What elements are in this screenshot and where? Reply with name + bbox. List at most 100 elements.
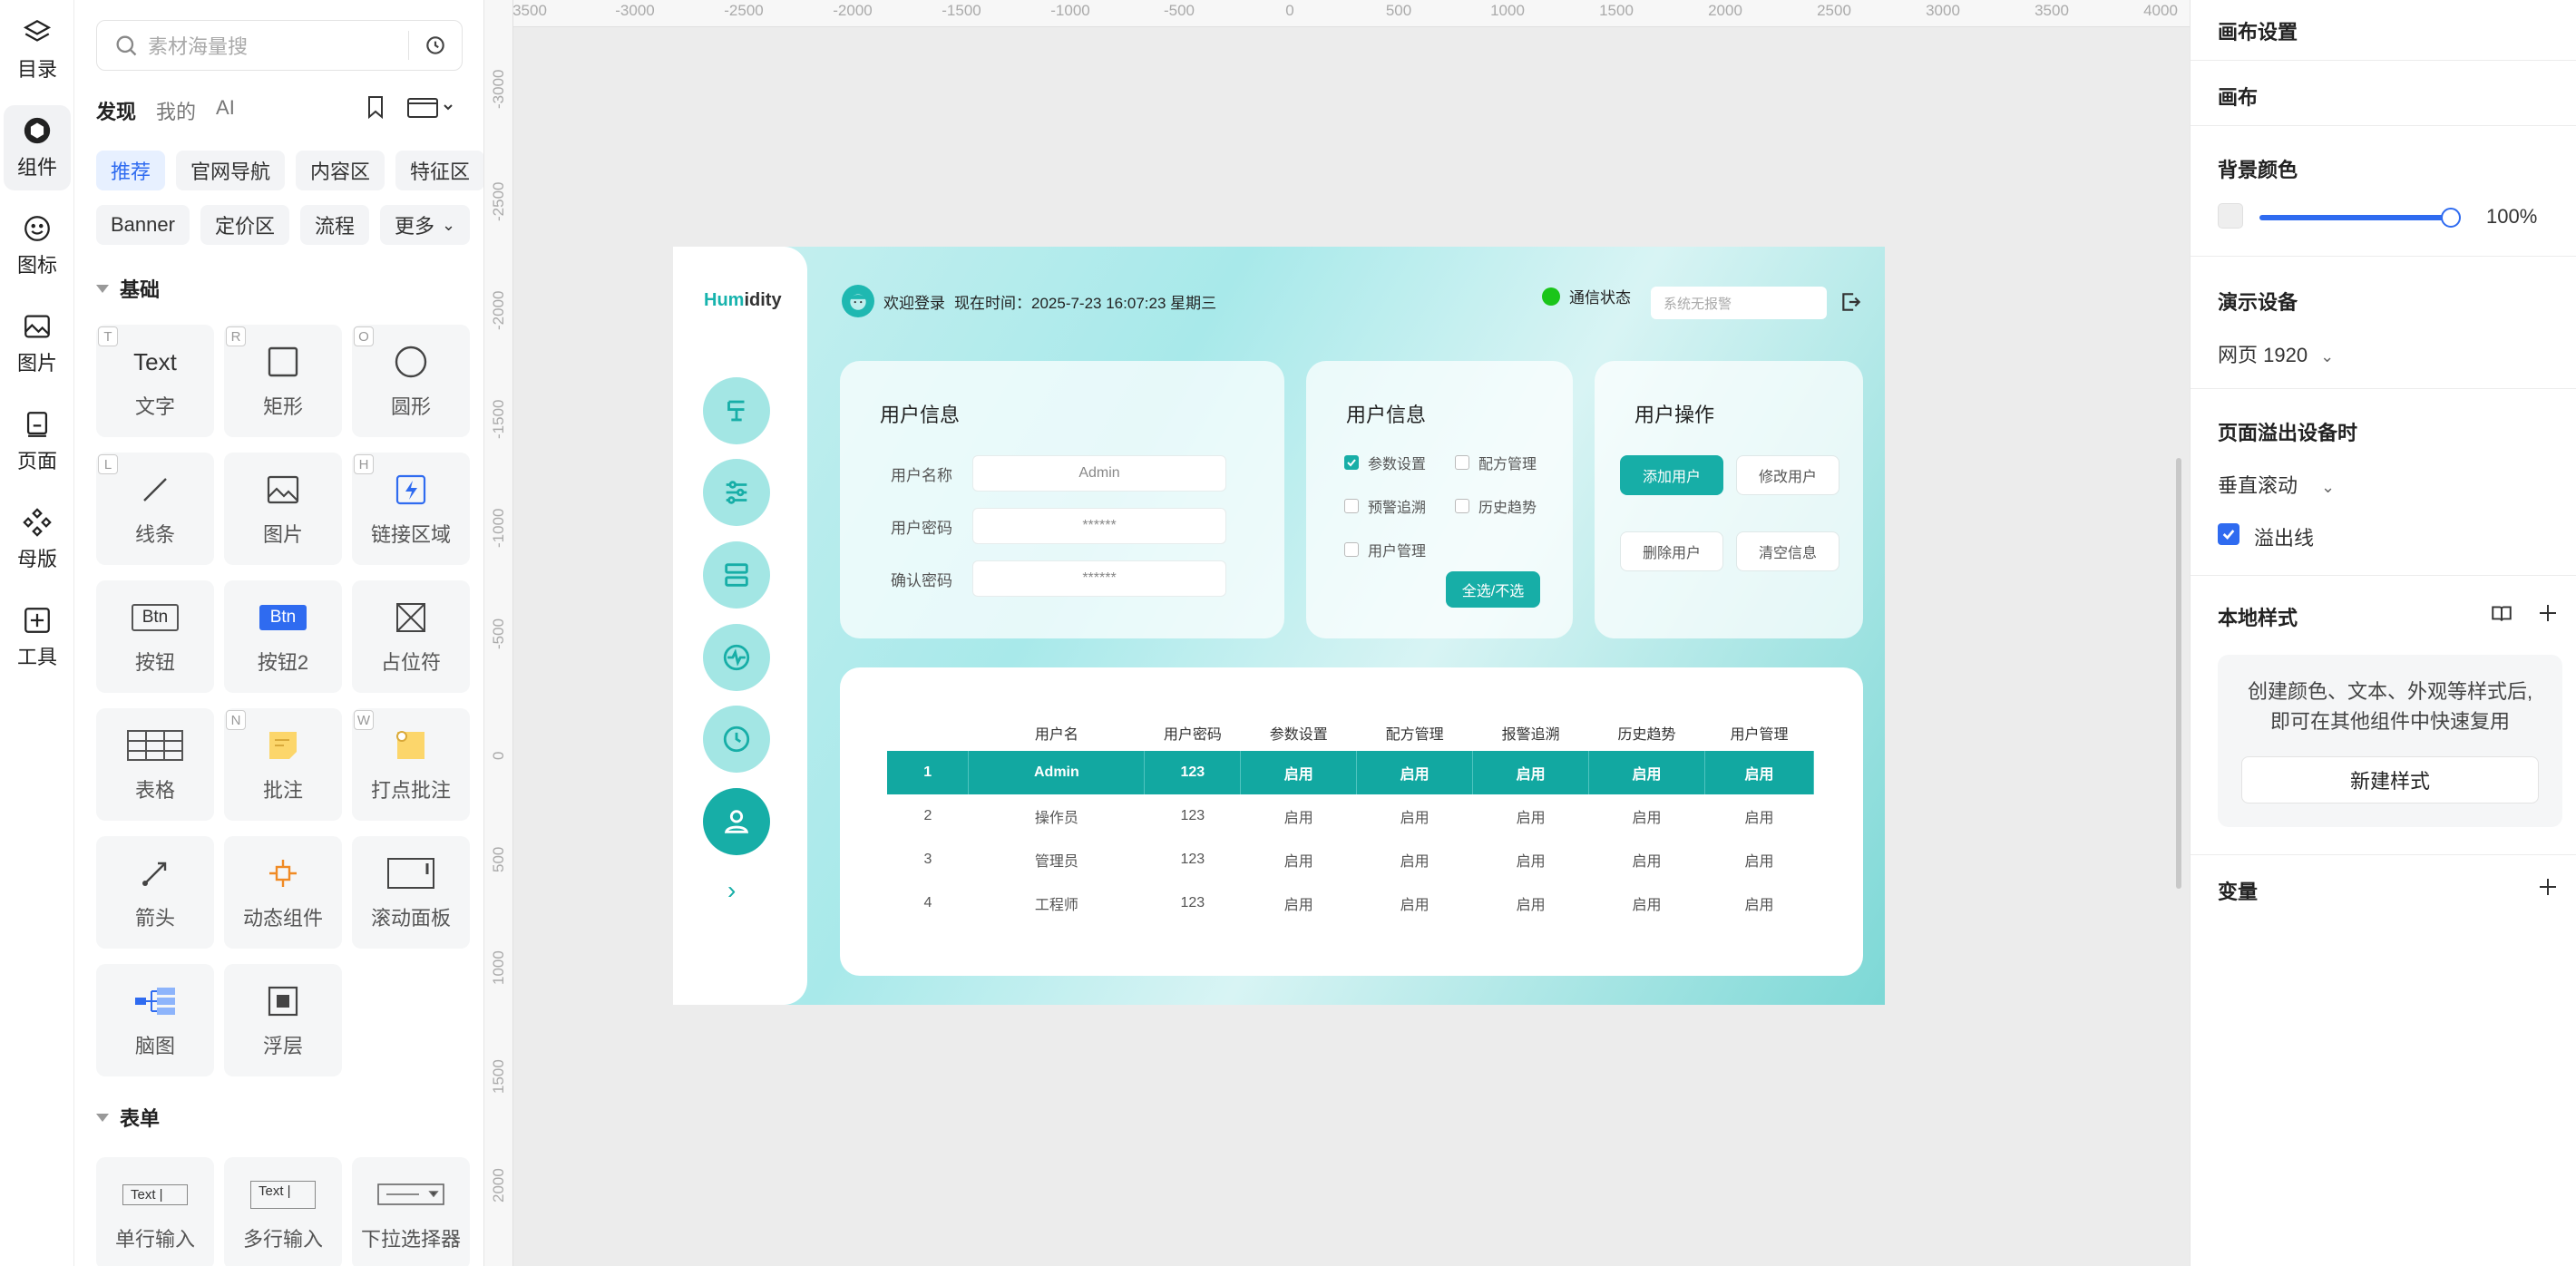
chip-content[interactable]: 内容区 xyxy=(296,151,385,190)
tile-dropdown[interactable]: 下拉选择器 xyxy=(352,1157,470,1266)
nav-history-icon[interactable] xyxy=(703,706,770,773)
opacity-slider[interactable] xyxy=(2259,215,2455,220)
section-basic-header[interactable]: 基础 xyxy=(96,274,160,303)
table-cell: 启用 xyxy=(1516,811,1546,826)
tile-label: 按钮 xyxy=(134,651,175,674)
add-user-button[interactable]: 添加用户 xyxy=(1620,455,1723,495)
opacity-value[interactable]: 100% xyxy=(2486,205,2537,229)
table-row[interactable]: 4 工程师 123 启用 启用 启用 启用 启用 xyxy=(887,881,1814,925)
tile-placeholder[interactable]: 占位符 xyxy=(352,580,470,693)
alarm-field[interactable]: 系统无报警 xyxy=(1651,287,1827,319)
rail-item-icons[interactable]: 图标 xyxy=(4,203,71,288)
chip-recommend[interactable]: 推荐 xyxy=(96,151,166,190)
perm-history[interactable]: 历史趋势 xyxy=(1455,495,1537,517)
opacity-slider-handle[interactable] xyxy=(2441,208,2461,228)
clear-info-button[interactable]: 清空信息 xyxy=(1736,531,1839,571)
tile-dot-annotation[interactable]: W 打点批注 xyxy=(352,708,470,821)
rail-item-masters[interactable]: 母版 xyxy=(4,497,71,582)
tile-annotation[interactable]: N 批注 xyxy=(224,708,342,821)
book-icon[interactable] xyxy=(2490,602,2513,632)
layout-toggle-icon[interactable] xyxy=(406,95,457,125)
tile-mindmap[interactable]: 脑图 xyxy=(96,964,214,1076)
tile-text[interactable]: T Text 文字 xyxy=(96,325,214,437)
tile-overlay[interactable]: 浮层 xyxy=(224,964,342,1076)
table-header: 配方管理 xyxy=(1385,727,1444,743)
perm-alarm-trace[interactable]: 预警追溯 xyxy=(1344,495,1426,517)
rail-item-pages[interactable]: 页面 xyxy=(4,399,71,484)
chevron-right-icon[interactable]: › xyxy=(727,876,736,905)
password-input[interactable]: ****** xyxy=(972,508,1226,544)
nav-formula-icon[interactable] xyxy=(703,377,770,444)
comm-status: 通信状态 xyxy=(1542,285,1631,307)
brand-part-b: idity xyxy=(744,290,782,310)
section-form-header[interactable]: 表单 xyxy=(96,1103,160,1132)
table-row[interactable]: 1 Admin 123 启用 启用 启用 启用 启用 xyxy=(887,751,1815,794)
table-cell: 启用 xyxy=(1400,854,1429,870)
single-input-glyph: Text | xyxy=(122,1183,188,1205)
bookmark-icon[interactable] xyxy=(365,94,386,126)
rail-item-images[interactable]: 图片 xyxy=(4,301,71,386)
master-icon xyxy=(22,507,53,538)
nav-user-icon[interactable] xyxy=(703,788,770,855)
table-row[interactable]: 2 操作员 123 启用 启用 启用 启用 启用 xyxy=(887,794,1814,838)
rail-item-directory[interactable]: 目录 xyxy=(4,7,71,93)
chip-site-nav[interactable]: 官网导航 xyxy=(176,151,286,190)
table-cell: 启用 xyxy=(1588,751,1705,794)
inspector-panel: 画布设置 画布 背景颜色 100% 演示设备 网页 1920 ⌄ 页面溢出设备时 … xyxy=(2190,0,2576,1266)
history-icon[interactable] xyxy=(409,34,462,57)
device-select[interactable]: 网页 1920 ⌄ xyxy=(2218,339,2334,368)
rail-item-components[interactable]: 组件 xyxy=(4,105,71,190)
artboard[interactable]: Humidity › 欢迎登录 现在时间： 2025-7-23 16:07:23… xyxy=(673,247,1885,1005)
new-style-button[interactable]: 新建样式 xyxy=(2241,756,2539,803)
tile-table[interactable]: 表格 xyxy=(96,708,214,821)
tile-button2[interactable]: Btn 按钮2 xyxy=(224,580,342,693)
checkbox-icon xyxy=(1455,455,1469,470)
delete-user-button[interactable]: 删除用户 xyxy=(1620,531,1723,571)
rail-item-tools[interactable]: 工具 xyxy=(4,595,71,680)
nav-sliders-icon[interactable] xyxy=(703,459,770,526)
material-search-input[interactable]: 素材海量搜 xyxy=(96,20,463,71)
tile-image[interactable]: 图片 xyxy=(224,453,342,565)
canvas-scrollbar[interactable] xyxy=(2176,458,2181,889)
chip-banner[interactable]: Banner xyxy=(96,205,190,245)
bg-color-swatch[interactable] xyxy=(2218,203,2243,229)
status-dot-icon xyxy=(1542,287,1560,306)
chip-more[interactable]: 更多 ⌄ xyxy=(379,205,471,245)
perm-recipe[interactable]: 配方管理 xyxy=(1455,452,1537,473)
nav-activity-icon[interactable] xyxy=(703,624,770,691)
tile-circle[interactable]: O 圆形 xyxy=(352,325,470,437)
chip-feature[interactable]: 特征区 xyxy=(395,151,483,190)
tile-rectangle[interactable]: R 矩形 xyxy=(224,325,342,437)
divider xyxy=(2191,60,2576,61)
tile-line[interactable]: L 线条 xyxy=(96,453,214,565)
username-input[interactable]: Admin xyxy=(972,455,1226,492)
chip-pricing[interactable]: 定价区 xyxy=(200,205,289,245)
component-icon xyxy=(22,115,53,146)
add-variable-icon[interactable] xyxy=(2537,876,2559,904)
overflow-select[interactable]: 垂直滚动 ⌄ xyxy=(2218,470,2335,499)
add-style-icon[interactable] xyxy=(2537,602,2559,630)
tile-dynamic[interactable]: 动态组件 xyxy=(224,836,342,949)
tile-single-input[interactable]: Text | 单行输入 xyxy=(96,1157,214,1266)
perm-param-settings[interactable]: 参数设置 xyxy=(1344,452,1426,473)
table-cell: 工程师 xyxy=(1034,898,1078,913)
tile-button[interactable]: Btn 按钮 xyxy=(96,580,214,693)
tile-scroll-panel[interactable]: 滚动面板 xyxy=(352,836,470,949)
edit-user-button[interactable]: 修改用户 xyxy=(1736,455,1839,495)
tile-multi-input[interactable]: Text | 多行输入 xyxy=(224,1157,342,1266)
chip-flow[interactable]: 流程 xyxy=(299,205,369,245)
perm-user-mgmt[interactable]: 用户管理 xyxy=(1344,539,1426,560)
toggle-all-button[interactable]: 全选/不选 xyxy=(1446,571,1540,608)
tab-mine[interactable]: 我的 xyxy=(156,96,196,125)
logout-icon[interactable] xyxy=(1839,290,1863,320)
tile-arrow[interactable]: 箭头 xyxy=(96,836,214,949)
nav-server-icon[interactable] xyxy=(703,541,770,609)
tab-ai[interactable]: AI xyxy=(216,96,235,125)
ruler-tick: 4000 xyxy=(2143,2,2178,19)
table-row[interactable]: 3 管理员 123 启用 启用 启用 启用 启用 xyxy=(887,838,1814,881)
tab-discover[interactable]: 发现 xyxy=(96,96,136,125)
tile-label: 占位符 xyxy=(380,651,441,674)
confirm-password-input[interactable]: ****** xyxy=(972,560,1226,597)
tile-link-area[interactable]: H 链接区域 xyxy=(352,453,470,565)
overflow-line-checkbox[interactable] xyxy=(2218,523,2239,545)
